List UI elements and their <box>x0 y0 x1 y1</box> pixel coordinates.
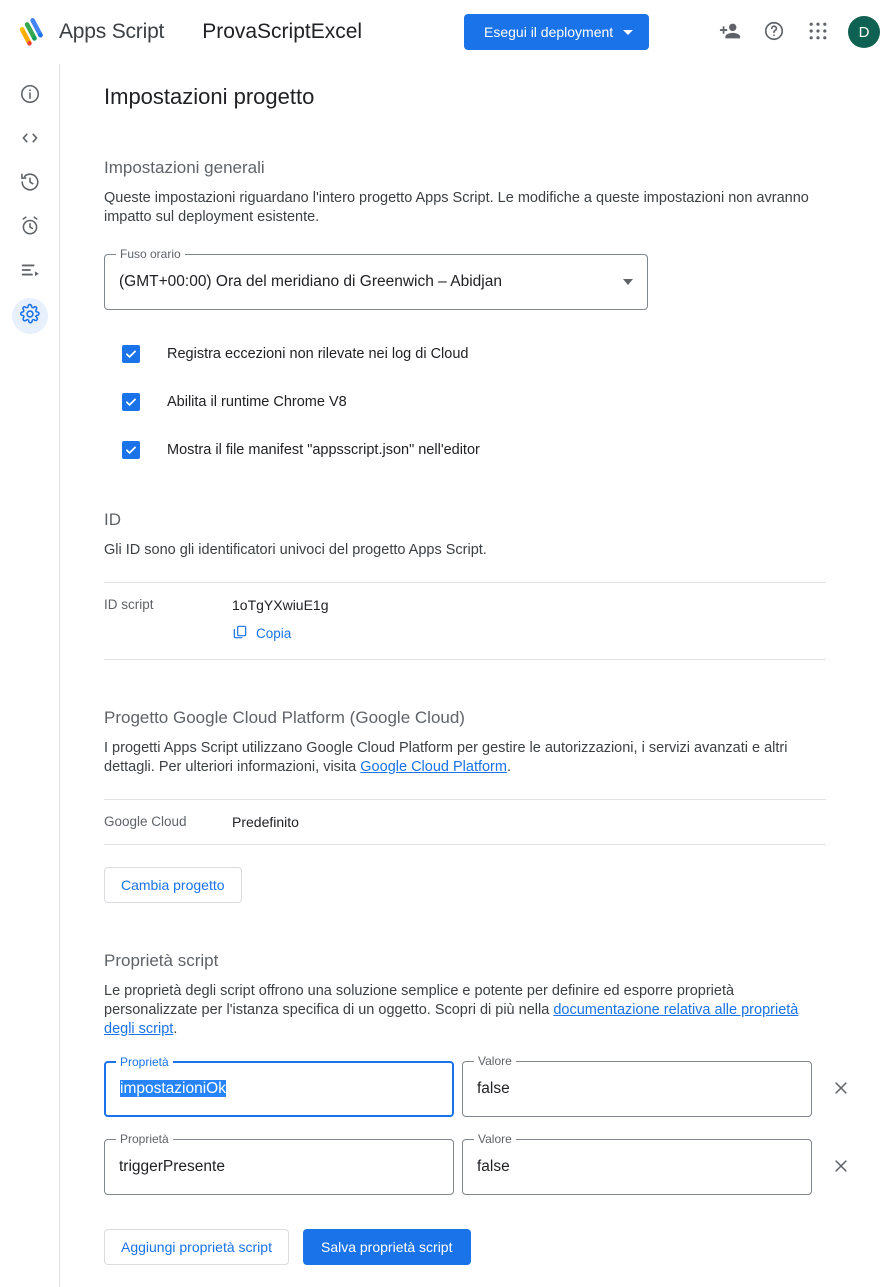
copy-icon <box>232 624 248 643</box>
property-key-value-1: impostazioniOk <box>120 1080 226 1097</box>
gcp-table: Google Cloud Predefinito <box>104 799 827 845</box>
page-title: Impostazioni progetto <box>104 84 315 109</box>
history-clock-icon <box>19 171 41 198</box>
property-row: Proprietà triggerPresente Valore false <box>104 1132 847 1195</box>
code-brackets-icon <box>19 127 41 154</box>
script-id-row: ID script 1oTgYXwiuE1g Copia <box>104 583 827 659</box>
general-checkbox-list: Registra eccezioni non rilevate nei log … <box>104 342 827 462</box>
info-circle-icon <box>19 83 41 110</box>
app-header: Apps Script ProvaScriptExcel Esegui il d… <box>0 0 894 64</box>
checkbox-checked-icon[interactable] <box>122 441 140 459</box>
ids-heading: ID <box>104 510 121 529</box>
delete-property-button-2[interactable] <box>826 1147 856 1187</box>
script-properties-description-part2: . <box>173 1021 178 1037</box>
alarm-clock-icon <box>19 215 41 242</box>
add-person-button[interactable] <box>710 12 750 52</box>
apps-script-logo <box>18 15 52 49</box>
checkbox-label-show-manifest: Mostra il file manifest "appsscript.json… <box>167 442 480 458</box>
left-sidebar <box>0 64 60 1287</box>
sidebar-item-overview[interactable] <box>12 78 48 114</box>
main-content: Impostazioni progetto Impostazioni gener… <box>61 64 894 1287</box>
add-script-property-button[interactable]: Aggiungi proprietà script <box>104 1229 289 1265</box>
timezone-select[interactable]: Fuso orario (GMT+00:00) Ora del meridian… <box>104 247 648 310</box>
timezone-value: (GMT+00:00) Ora del meridiano di Greenwi… <box>119 273 502 290</box>
checkbox-row-log-exceptions[interactable]: Registra eccezioni non rilevate nei log … <box>104 342 827 366</box>
google-cloud-platform-link[interactable]: Google Cloud Platform <box>360 759 507 775</box>
avatar[interactable]: D <box>848 16 880 48</box>
copy-script-id-button[interactable]: Copia <box>232 624 329 643</box>
sidebar-item-editor[interactable] <box>12 122 48 158</box>
checkbox-row-show-manifest[interactable]: Mostra il file manifest "appsscript.json… <box>104 438 827 462</box>
property-value-input-1[interactable]: Valore false <box>462 1054 812 1117</box>
sidebar-item-settings[interactable] <box>11 298 48 334</box>
deploy-button-label: Esegui il deployment <box>484 24 614 40</box>
close-x-icon <box>832 1157 850 1178</box>
save-script-properties-button[interactable]: Salva proprietà script <box>302 1229 471 1265</box>
apps-script-home-link[interactable]: Apps Script <box>18 15 164 49</box>
ids-table: ID script 1oTgYXwiuE1g Copia <box>104 582 827 660</box>
apps-script-wordmark: Apps Script <box>59 20 165 43</box>
property-key-value-2: triggerPresente <box>119 1158 225 1175</box>
gcp-description-part2: . <box>506 759 511 775</box>
gcp-description: I progetti Apps Script utilizzano Google… <box>104 739 826 777</box>
property-row: Proprietà impostazioniOk Valore false <box>104 1054 847 1117</box>
checkbox-checked-icon[interactable] <box>122 345 140 363</box>
divider <box>104 659 826 660</box>
divider <box>104 844 826 845</box>
property-value-label: Valore <box>474 1054 516 1068</box>
project-title: ProvaScriptExcel <box>202 20 363 43</box>
gcp-actions: Cambia progetto <box>104 867 827 903</box>
help-button[interactable] <box>754 12 794 52</box>
sidebar-item-triggers[interactable] <box>12 210 48 246</box>
deploy-button[interactable]: Esegui il deployment <box>464 14 650 50</box>
checkbox-label-log-exceptions: Registra eccezioni non rilevate nei log … <box>167 346 469 362</box>
checkbox-checked-icon[interactable] <box>122 393 140 411</box>
executions-list-icon <box>19 259 41 286</box>
timezone-label: Fuso orario <box>116 247 185 261</box>
gcp-heading: Progetto Google Cloud Platform (Google C… <box>104 708 465 727</box>
property-value-value-1: false <box>477 1080 510 1097</box>
ids-description: Gli ID sono gli identificatori univoci d… <box>104 542 487 558</box>
sidebar-item-history[interactable] <box>12 166 48 202</box>
chevron-down-icon <box>623 29 634 35</box>
property-key-label: Proprietà <box>116 1055 173 1069</box>
gcp-project-key: Google Cloud <box>104 814 187 829</box>
gcp-project-row: Google Cloud Predefinito <box>104 800 827 844</box>
change-project-button[interactable]: Cambia progetto <box>104 867 242 903</box>
checkbox-label-v8-runtime: Abilita il runtime Chrome V8 <box>167 394 347 410</box>
sidebar-item-executions[interactable] <box>12 254 48 290</box>
google-apps-button[interactable] <box>798 12 838 52</box>
property-key-label: Proprietà <box>116 1132 173 1146</box>
gear-icon <box>19 303 41 330</box>
property-value-label: Valore <box>474 1132 516 1146</box>
script-id-key: ID script <box>104 597 154 612</box>
general-settings-description: Queste impostazioni riguardano l'intero … <box>104 190 809 225</box>
settings-content: Impostazioni generali Queste impostazion… <box>104 158 847 1265</box>
delete-property-button-1[interactable] <box>826 1069 856 1109</box>
chevron-down-icon <box>623 279 633 285</box>
copy-label: Copia <box>256 626 292 641</box>
gcp-project-value: Predefinito <box>232 814 299 830</box>
close-x-icon <box>832 1079 850 1100</box>
property-value-input-2[interactable]: Valore false <box>462 1132 812 1195</box>
property-key-input-2[interactable]: Proprietà triggerPresente <box>104 1132 454 1195</box>
person-add-icon <box>719 20 741 45</box>
property-value-value-2: false <box>477 1158 510 1175</box>
apps-grid-icon <box>808 21 828 44</box>
header-actions: D <box>710 0 880 64</box>
checkbox-row-v8-runtime[interactable]: Abilita il runtime Chrome V8 <box>104 390 827 414</box>
property-key-input-1[interactable]: Proprietà impostazioniOk <box>104 1055 454 1117</box>
script-id-value: 1oTgYXwiuE1g <box>232 597 329 613</box>
script-properties-heading: Proprietà script <box>104 951 219 970</box>
script-properties-description: Le proprietà degli script offrono una so… <box>104 982 826 1039</box>
general-settings-heading: Impostazioni generali <box>104 158 265 177</box>
help-circle-icon <box>763 20 785 45</box>
script-properties-actions: Aggiungi proprietà script Salva propriet… <box>104 1229 827 1265</box>
